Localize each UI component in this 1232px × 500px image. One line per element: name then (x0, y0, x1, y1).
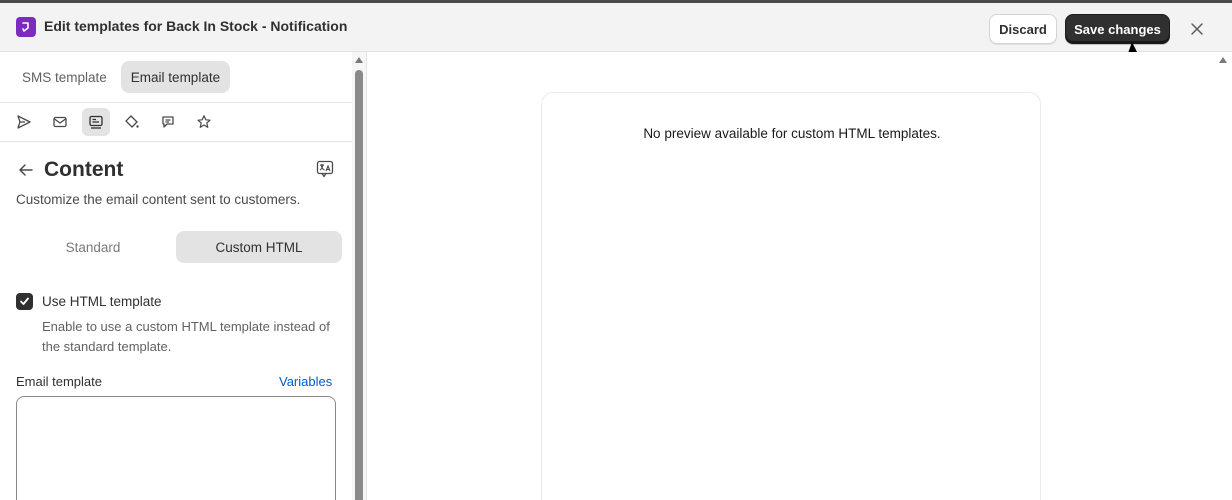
section-title: Content (44, 158, 124, 181)
back-arrow-icon[interactable] (16, 160, 36, 180)
sidebar-scrollbar[interactable] (352, 52, 367, 500)
tab-email-template[interactable]: Email template (120, 61, 231, 93)
page-title: Edit templates for Back In Stock - Notif… (44, 18, 348, 34)
segment-standard[interactable]: Standard (10, 231, 176, 263)
segment-custom-html[interactable]: Custom HTML (176, 231, 342, 263)
preview-message: No preview available for custom HTML tem… (643, 126, 941, 141)
email-template-label: Email template (16, 374, 102, 389)
scroll-up-icon[interactable] (355, 57, 363, 63)
content-icon[interactable] (82, 108, 110, 136)
tab-sms-template[interactable]: SMS template (12, 61, 117, 93)
style-icon[interactable] (118, 108, 146, 136)
preview-scrollbar[interactable] (1214, 52, 1232, 500)
save-changes-button[interactable]: Save changes (1065, 14, 1170, 44)
use-html-help-text: Enable to use a custom HTML template ins… (42, 319, 330, 354)
section-description: Customize the email content sent to cust… (16, 192, 301, 207)
settings-panel: SMS template Email template Content Cust… (0, 52, 352, 500)
scrollbar-thumb[interactable] (355, 70, 363, 500)
discard-button[interactable]: Discard (989, 14, 1057, 44)
use-html-checkbox[interactable] (16, 293, 33, 310)
star-icon[interactable] (190, 108, 218, 136)
preview-card: No preview available for custom HTML tem… (541, 92, 1041, 500)
translate-icon[interactable] (316, 160, 336, 180)
back-in-stock-app-icon (16, 17, 36, 37)
content-mode-segmented-control: Standard Custom HTML (10, 231, 342, 263)
use-html-label[interactable]: Use HTML template (42, 294, 162, 309)
email-template-textarea[interactable] (16, 396, 336, 500)
close-icon[interactable] (1188, 20, 1206, 38)
email-icon[interactable] (46, 108, 74, 136)
send-icon[interactable] (10, 108, 38, 136)
divider (0, 141, 352, 142)
scroll-up-icon[interactable] (1219, 57, 1227, 63)
section-toolbar (10, 108, 218, 136)
template-tabs: SMS template Email template (12, 61, 231, 93)
divider (0, 102, 352, 103)
preview-panel: No preview available for custom HTML tem… (368, 52, 1214, 500)
title-bar: Edit templates for Back In Stock - Notif… (0, 0, 1232, 52)
variables-link[interactable]: Variables (279, 374, 332, 389)
chat-icon[interactable] (154, 108, 182, 136)
